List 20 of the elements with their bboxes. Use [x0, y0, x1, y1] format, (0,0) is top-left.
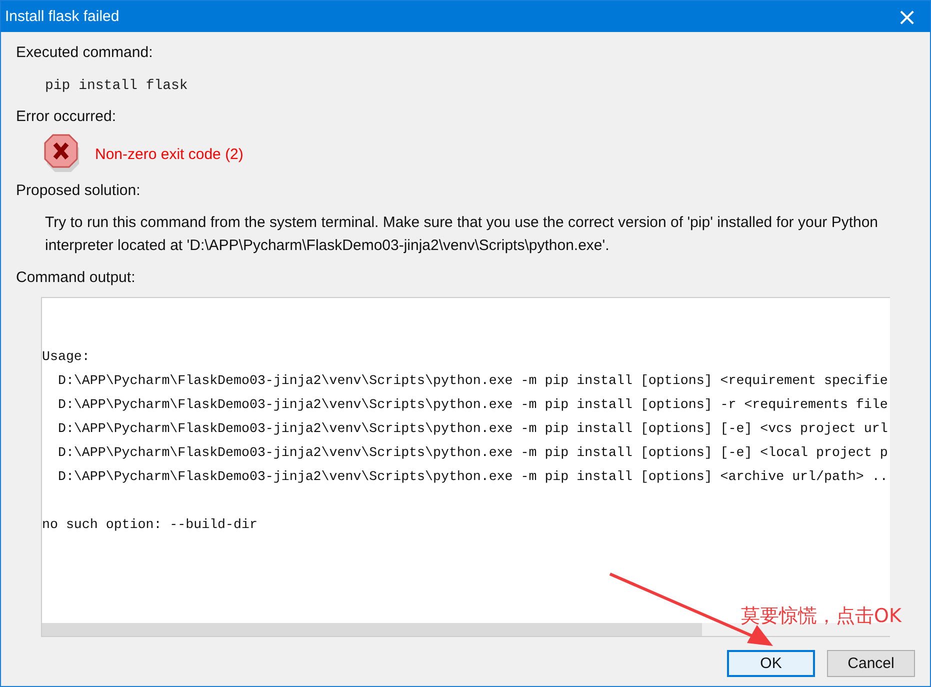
- output-line: D:\APP\Pycharm\FlaskDemo03-jinja2\venv\Scripts\python.exe -m pip install [options] <archive url/path> ..: [56, 468, 889, 486]
- solution-text: Try to run this command from the system terminal. Make sure that you use the correct version of 'pip' installed for your Python interpreter located at 'D:\APP\Pycharm\FlaskDemo03-jinja2\venv\Scripts\python.exe'.: [44, 213, 880, 256]
- scrollbar-thumb[interactable]: [42, 623, 702, 636]
- section-label: Proposed solution:: [16, 181, 142, 201]
- ok-button[interactable]: OK: [727, 650, 815, 677]
- section-label: Command output:: [16, 268, 136, 288]
- annotation-text: 莫要惊慌，点击OK: [741, 604, 902, 629]
- output-line: D:\APP\Pycharm\FlaskDemo03-jinja2\venv\Scripts\python.exe -m pip install [options] [-e] <local project p: [56, 444, 889, 462]
- close-button[interactable]: ×: [884, 1, 930, 32]
- section-label: Error occurred:: [16, 107, 118, 127]
- output-line: Usage:: [42, 348, 91, 366]
- error-message: Non-zero exit code (2): [95, 146, 244, 162]
- output-line: D:\APP\Pycharm\FlaskDemo03-jinja2\venv\Scripts\python.exe -m pip install [options] <requirement specifie: [56, 372, 889, 390]
- section-label: Executed command:: [16, 43, 154, 63]
- output-line: D:\APP\Pycharm\FlaskDemo03-jinja2\venv\Scripts\python.exe -m pip install [options] -r <requirements file: [56, 396, 889, 414]
- command-text: pip install flask: [44, 77, 189, 96]
- cancel-button[interactable]: Cancel: [827, 650, 915, 677]
- output-line: no such option: --build-dir: [42, 516, 258, 534]
- window-title: Install flask failed: [4, 8, 120, 25]
- output-line: D:\APP\Pycharm\FlaskDemo03-jinja2\venv\Scripts\python.exe -m pip install [options] [-e] <vcs project url: [56, 420, 889, 438]
